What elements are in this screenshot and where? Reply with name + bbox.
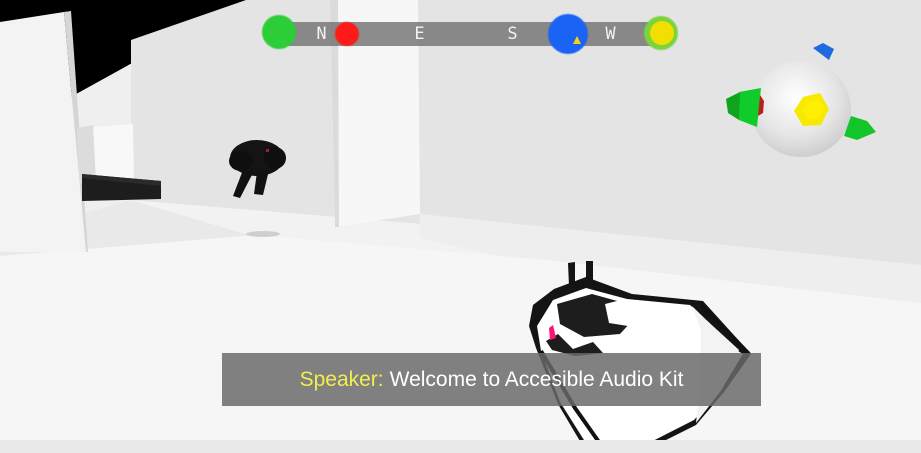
subtitle-speaker: Speaker: bbox=[299, 367, 384, 391]
bottom-shadow bbox=[0, 440, 921, 453]
compass-label-w: W bbox=[605, 24, 617, 44]
floor-shadow bbox=[246, 231, 280, 237]
game-viewport[interactable]: N E S W Speaker: Welcome to Accesible Au… bbox=[0, 0, 921, 453]
compass-marker-yellow-core bbox=[650, 21, 674, 45]
compass-marker-red bbox=[335, 22, 359, 46]
arrow-up-icon bbox=[573, 36, 581, 44]
compass-label-n: N bbox=[316, 24, 328, 44]
compass-marker-green bbox=[262, 15, 296, 49]
compass-label-s: S bbox=[507, 24, 519, 44]
compass-label-e: E bbox=[414, 24, 426, 44]
compass-marker-blue bbox=[548, 14, 588, 54]
compass-bar: N E S W bbox=[262, 14, 682, 54]
subtitle-box: Speaker: Welcome to Accesible Audio Kit bbox=[222, 353, 761, 406]
subtitle-text: Welcome to Accesible Audio Kit bbox=[389, 367, 684, 391]
